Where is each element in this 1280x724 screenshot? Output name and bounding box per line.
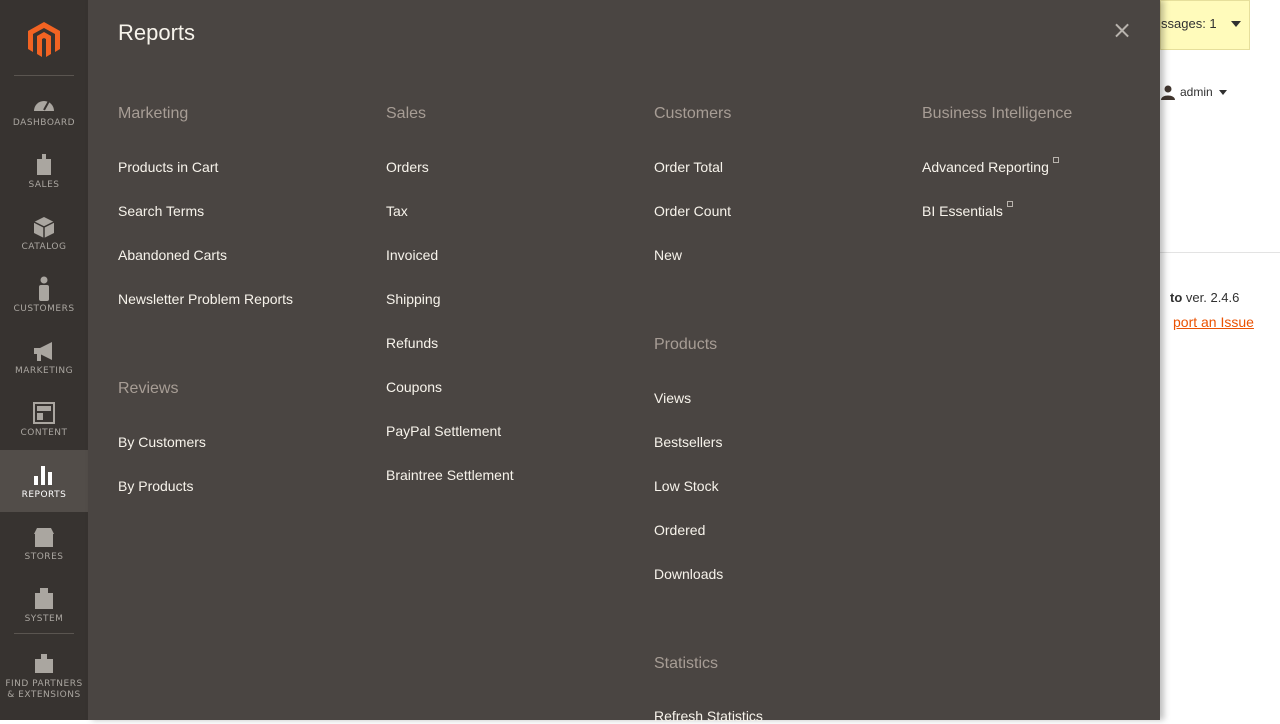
close-icon[interactable]: × [1110,18,1134,42]
megaphone-icon [31,338,57,364]
section-title-marketing: Marketing [118,105,189,122]
gear-icon [31,586,57,612]
link-views[interactable]: Views [654,390,691,406]
sidebar-item-customers[interactable]: Customers [0,264,88,326]
header-divider [1160,252,1280,253]
store-icon [31,524,57,550]
link-bestsellers[interactable]: Bestsellers [654,434,722,450]
person-icon [31,276,57,302]
user-icon [1161,85,1175,100]
admin-user-menu[interactable]: admin [1160,84,1227,100]
link-shipping[interactable]: Shipping [386,291,441,307]
extensions-icon [31,651,57,677]
link-advanced-reporting[interactable]: Advanced Reporting [922,157,1059,175]
sidebar-item-system[interactable]: System [0,574,88,636]
link-paypal-settlement[interactable]: PayPal Settlement [386,423,501,439]
sidebar-item-content[interactable]: Content [0,388,88,450]
chevron-down-icon[interactable] [1231,21,1241,27]
bar-chart-icon [31,462,57,488]
cube-icon [31,214,57,240]
external-link-icon [1052,157,1059,163]
link-newsletter-problem-reports[interactable]: Newsletter Problem Reports [118,291,293,307]
flyout-title: Reports [118,20,196,45]
link-ordered[interactable]: Ordered [654,522,705,538]
admin-sidebar: Dashboard Sales Catalog Customers Market… [0,0,88,720]
link-downloads[interactable]: Downloads [654,566,723,582]
link-tax[interactable]: Tax [386,203,408,219]
sidebar-divider [14,633,74,634]
link-search-terms[interactable]: Search Terms [118,203,204,219]
link-order-total[interactable]: Order Total [654,159,723,175]
link-by-customers[interactable]: By Customers [118,434,206,450]
link-products-in-cart[interactable]: Products in Cart [118,159,218,175]
magento-logo-icon[interactable] [24,20,64,60]
sidebar-item-dashboard[interactable]: Dashboard [0,78,88,140]
link-abandoned-carts[interactable]: Abandoned Carts [118,247,227,263]
section-title-sales: Sales [386,105,427,122]
section-title-products: Products [654,336,718,353]
sidebar-item-stores[interactable]: Stores [0,512,88,574]
layout-icon [31,400,57,426]
external-link-icon [1006,201,1013,207]
section-title-statistics: Statistics [654,655,719,672]
section-title-customers: Customers [654,105,732,122]
sidebar-divider [14,75,74,76]
section-title-business-intelligence: Business Intelligence [922,105,1073,122]
link-advanced-reporting-label[interactable]: Advanced Reporting [922,159,1049,175]
sidebar-item-marketing[interactable]: Marketing [0,326,88,388]
report-issue-link[interactable]: port an Issue [1173,314,1254,330]
link-refunds[interactable]: Refunds [386,335,438,351]
dashboard-icon [31,90,57,116]
dollar-icon [31,152,57,178]
system-messages-bar[interactable]: ssages: 1 [1160,0,1250,50]
sidebar-item-sales[interactable]: Sales [0,140,88,202]
link-new-customers[interactable]: New [654,247,682,263]
link-bi-essentials-label[interactable]: BI Essentials [922,203,1003,219]
link-coupons[interactable]: Coupons [386,379,442,395]
magento-version: to ver. 2.4.6 [1170,290,1240,305]
link-refresh-statistics[interactable]: Refresh Statistics [654,708,763,724]
link-orders[interactable]: Orders [386,159,429,175]
system-messages-count[interactable]: ssages: 1 [1161,16,1217,31]
sidebar-item-catalog[interactable]: Catalog [0,202,88,264]
sidebar-item-reports[interactable]: Reports [0,450,88,512]
admin-username[interactable]: admin [1180,85,1213,99]
link-order-count[interactable]: Order Count [654,203,731,219]
link-braintree-settlement[interactable]: Braintree Settlement [386,467,514,483]
page-content-area: ssages: 1 admin to ver. 2.4.6 port an Is… [1160,0,1280,720]
link-by-products[interactable]: By Products [118,478,193,494]
link-invoiced[interactable]: Invoiced [386,247,438,263]
chevron-down-icon[interactable] [1218,89,1227,95]
sidebar-item-partners-extensions[interactable]: Find Partners & Extensions [0,640,88,712]
link-low-stock[interactable]: Low Stock [654,478,719,494]
reports-flyout-menu: Reports × Marketing Products in Cart Sea… [88,0,1160,724]
link-bi-essentials[interactable]: BI Essentials [922,201,1013,219]
section-title-reviews: Reviews [118,380,179,397]
